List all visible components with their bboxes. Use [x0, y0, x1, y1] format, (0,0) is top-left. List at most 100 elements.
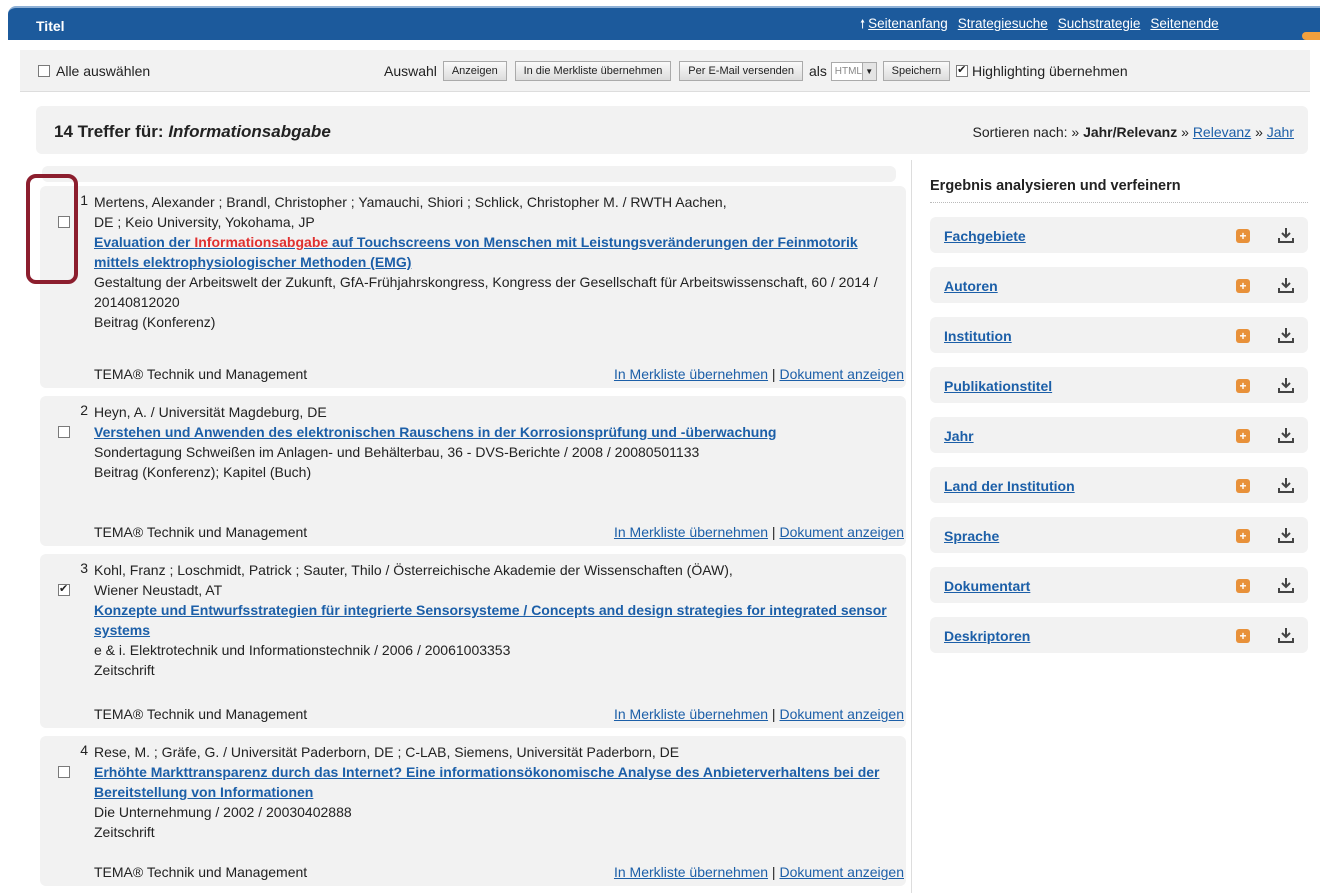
facet-link[interactable]: Dokumentart: [944, 578, 1030, 594]
expand-plus-icon[interactable]: +: [1236, 629, 1250, 643]
results-list: 1 Mertens, Alexander ; Brandl, Christoph…: [36, 160, 910, 893]
facet-list: Fachgebiete + Autoren + Institution + Publikat…: [930, 217, 1308, 653]
result-meta: Gestaltung der Arbeitswelt der Zukunft, …: [94, 274, 878, 310]
merkliste-link[interactable]: In Merkliste übernehmen: [614, 864, 768, 880]
facet-land-der-institution: Land der Institution +: [930, 467, 1308, 503]
expand-plus-icon[interactable]: +: [1236, 329, 1250, 343]
selection-actions: Auswahl Anzeigen In die Merkliste überne…: [384, 61, 1128, 81]
expand-plus-icon[interactable]: +: [1236, 479, 1250, 493]
result-number: 3: [80, 560, 88, 576]
facet-link[interactable]: Publikationstitel: [944, 378, 1052, 394]
result-title-link[interactable]: Konzepte und Entwurfsstrategien für inte…: [94, 602, 887, 638]
highlighting-label: Highlighting übernehmen: [971, 63, 1128, 79]
anzeigen-button[interactable]: Anzeigen: [442, 61, 507, 81]
als-label: als: [808, 63, 827, 79]
link-strategiesuche[interactable]: Strategiesuche: [958, 16, 1048, 31]
query-text: Informationsabgabe: [168, 122, 331, 141]
action-toolbar: Alle auswählen Auswahl Anzeigen In die M…: [20, 50, 1310, 92]
download-icon[interactable]: [1276, 525, 1296, 545]
select-all[interactable]: Alle auswählen: [38, 63, 150, 79]
result-checkbox[interactable]: [58, 582, 70, 596]
facet-deskriptoren: Deskriptoren +: [930, 617, 1308, 653]
sort-jahr-link[interactable]: Jahr: [1267, 124, 1294, 140]
result-body: Mertens, Alexander ; Brandl, Christopher…: [94, 192, 888, 332]
facet-fachgebiete: Fachgebiete +: [930, 217, 1308, 253]
result-doctype: Beitrag (Konferenz); Kapitel (Buch): [94, 464, 312, 480]
facet-link[interactable]: Deskriptoren: [944, 628, 1030, 644]
result-title-link[interactable]: Evaluation der Informationsabgabe auf To…: [94, 234, 858, 270]
expand-plus-icon[interactable]: +: [1236, 579, 1250, 593]
link-seitenanfang[interactable]: Seitenanfang: [868, 16, 948, 31]
dokument-link[interactable]: Dokument anzeigen: [779, 524, 904, 540]
result-title-link[interactable]: Erhöhte Markttransparenz durch das Inter…: [94, 764, 879, 800]
facet-link[interactable]: Autoren: [944, 278, 998, 294]
sidebar-heading: Ergebnis analysieren und verfeinern: [930, 160, 1308, 203]
download-icon[interactable]: [1276, 325, 1296, 345]
sort-active: Jahr/Relevanz: [1083, 124, 1178, 140]
download-icon[interactable]: [1276, 475, 1296, 495]
merkliste-link[interactable]: In Merkliste übernehmen: [614, 706, 768, 722]
checkbox-highlight-marker: [26, 174, 78, 284]
result-body: Heyn, A. / Universität Magdeburg, DE Ver…: [94, 402, 888, 482]
download-icon[interactable]: [1276, 625, 1296, 645]
count-text: 14 Treffer für:: [54, 122, 169, 141]
result-actions: In Merkliste übernehmen | Dokument anzei…: [614, 864, 904, 880]
result-checkbox[interactable]: [58, 426, 70, 438]
facet-link[interactable]: Institution: [944, 328, 1012, 344]
top-nav: 🠕 Seitenanfang Strategiesuche Suchstrategie…: [860, 15, 1229, 36]
highlighting-checkbox[interactable]: [956, 63, 969, 77]
result-affiliation: DE ; Keio University, Yokohama, JP: [94, 214, 315, 230]
result-actions: In Merkliste übernehmen | Dokument anzei…: [614, 706, 904, 722]
expand-plus-icon[interactable]: +: [1236, 279, 1250, 293]
facet-link[interactable]: Land der Institution: [944, 478, 1075, 494]
result-source: TEMA® Technik und Management: [94, 864, 308, 880]
download-icon[interactable]: [1276, 575, 1296, 595]
refine-sidebar: Ergebnis analysieren und verfeinern Fach…: [930, 160, 1308, 667]
result-title-link[interactable]: Verstehen und Anwenden des elektronische…: [94, 424, 776, 440]
download-icon[interactable]: [1276, 225, 1296, 245]
expand-plus-icon[interactable]: +: [1236, 379, 1250, 393]
expand-plus-icon[interactable]: +: [1236, 229, 1250, 243]
auswahl-label: Auswahl: [384, 63, 437, 79]
facet-link[interactable]: Sprache: [944, 528, 999, 544]
result-item: 1 Mertens, Alexander ; Brandl, Christoph…: [40, 186, 906, 388]
link-seitenende[interactable]: Seitenende: [1150, 16, 1218, 31]
result-meta: e & i. Elektrotechnik und Informationste…: [94, 642, 511, 658]
merkliste-button[interactable]: In die Merkliste übernehmen: [514, 61, 672, 81]
dokument-link[interactable]: Dokument anzeigen: [779, 864, 904, 880]
link-suchstrategie[interactable]: Suchstrategie: [1058, 16, 1141, 31]
dokument-link[interactable]: Dokument anzeigen: [779, 706, 904, 722]
result-source: TEMA® Technik und Management: [94, 524, 308, 540]
section-title: Titel: [36, 18, 65, 34]
result-checkbox[interactable]: [58, 766, 70, 778]
format-value: HTML: [834, 65, 862, 77]
list-top-spacer: [42, 166, 896, 182]
result-number: 4: [80, 742, 88, 758]
download-icon[interactable]: [1276, 275, 1296, 295]
sort-relevanz-link[interactable]: Relevanz: [1193, 124, 1251, 140]
result-number: 2: [80, 402, 88, 418]
result-body: Kohl, Franz ; Loschmidt, Patrick ; Saute…: [94, 560, 888, 680]
speichern-button[interactable]: Speichern: [882, 61, 951, 81]
format-select[interactable]: HTML ▼: [830, 61, 877, 81]
facet-link[interactable]: Jahr: [944, 428, 974, 444]
arrow-up-icon: 🠕: [860, 17, 866, 31]
expand-plus-icon[interactable]: +: [1236, 429, 1250, 443]
title-bar: Titel 🠕 Seitenanfang Strategiesuche Suchstr…: [8, 6, 1320, 40]
merkliste-link[interactable]: In Merkliste übernehmen: [614, 524, 768, 540]
action-sep: |: [768, 706, 780, 722]
facet-publikationstitel: Publikationstitel +: [930, 367, 1308, 403]
select-all-label: Alle auswählen: [56, 63, 151, 79]
result-actions: In Merkliste übernehmen | Dokument anzei…: [614, 524, 904, 540]
facet-link[interactable]: Fachgebiete: [944, 228, 1026, 244]
result-count: 14 Treffer für: Informationsabgabe: [54, 122, 331, 142]
facet-autoren: Autoren +: [930, 267, 1308, 303]
download-icon[interactable]: [1276, 425, 1296, 445]
result-item: 2 Heyn, A. / Universität Magdeburg, DE V…: [40, 396, 906, 546]
email-button[interactable]: Per E-Mail versenden: [679, 61, 804, 81]
dokument-link[interactable]: Dokument anzeigen: [779, 366, 904, 382]
select-all-checkbox[interactable]: [38, 65, 50, 77]
download-icon[interactable]: [1276, 375, 1296, 395]
expand-plus-icon[interactable]: +: [1236, 529, 1250, 543]
merkliste-link[interactable]: In Merkliste übernehmen: [614, 366, 768, 382]
